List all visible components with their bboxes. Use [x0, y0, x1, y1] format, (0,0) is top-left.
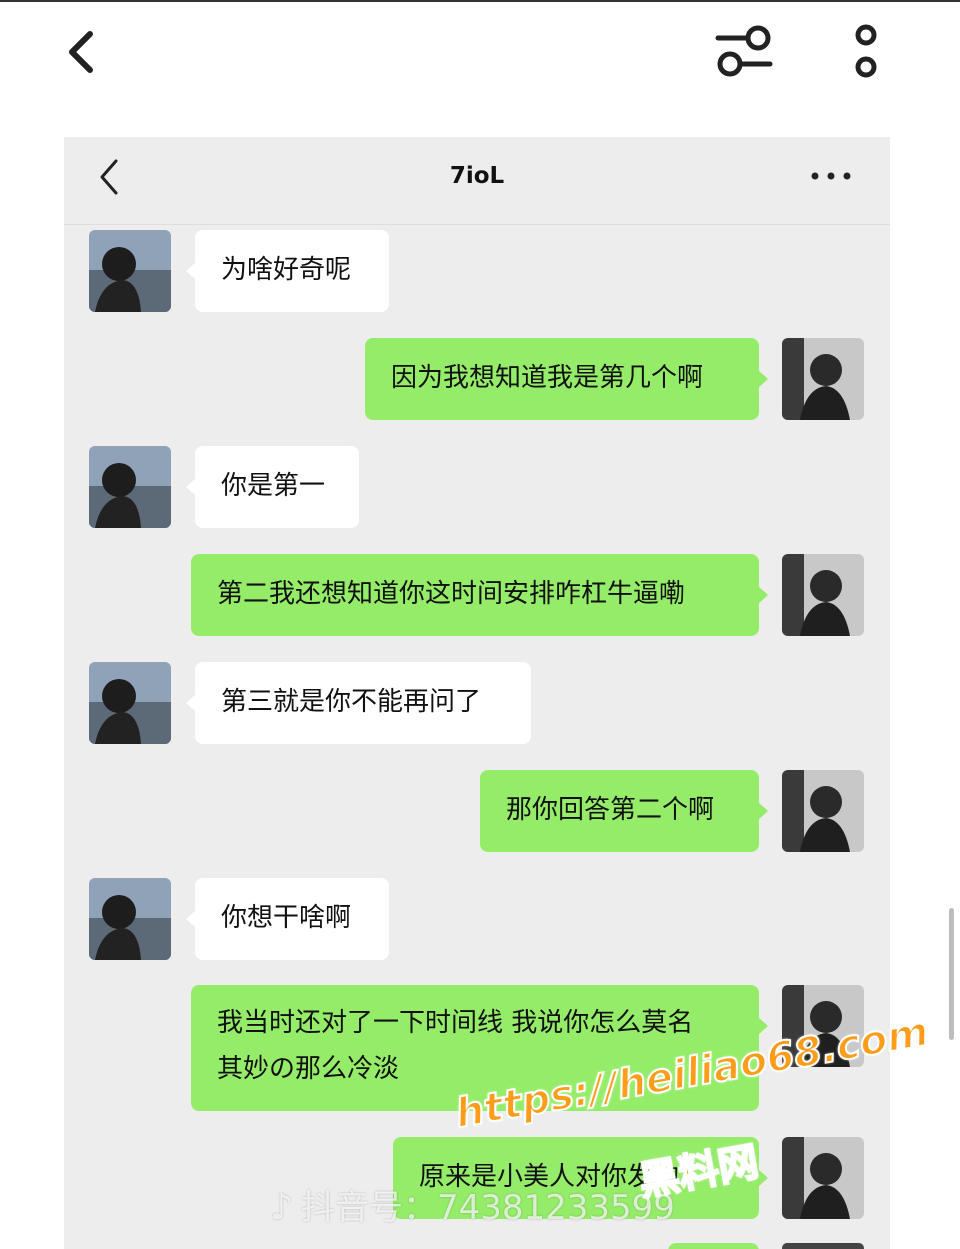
message-bubble: 为啥好奇呢	[186, 230, 389, 312]
message-bubble-partial	[668, 1243, 759, 1249]
douyin-watermark: ♪ 抖音号：74381233599	[270, 1187, 675, 1228]
avatar-right[interactable]	[782, 770, 864, 852]
avatar-left[interactable]	[89, 662, 171, 744]
douyin-logo-icon: ♪	[270, 1187, 293, 1228]
message-bubble: 因为我想知道我是第几个啊	[365, 338, 768, 420]
message-bubble: 你是第一	[186, 446, 359, 528]
avatar-right[interactable]	[782, 1137, 864, 1219]
avatar-right[interactable]	[782, 338, 864, 420]
more-vertical-icon[interactable]	[852, 24, 880, 82]
chat-header: 7ioL	[64, 137, 890, 225]
message-bubble: 第二我还想知道你这时间安排咋杠牛逼嘞	[191, 554, 768, 636]
avatar-right[interactable]	[782, 1243, 864, 1249]
scrollbar[interactable]	[949, 908, 954, 1040]
sliders-icon[interactable]	[712, 24, 776, 80]
more-horizontal-icon[interactable]	[810, 171, 852, 181]
avatar-right[interactable]	[782, 554, 864, 636]
message-bubble: 你想干啥啊	[186, 878, 389, 960]
message-bubble: 第三就是你不能再问了	[186, 662, 531, 744]
avatar-left[interactable]	[89, 230, 171, 312]
message-bubble: 那你回答第二个啊	[480, 770, 768, 852]
chat-title: 7ioL	[449, 163, 505, 189]
avatar-left[interactable]	[89, 446, 171, 528]
avatar-left[interactable]	[89, 878, 171, 960]
outer-toolbar	[0, 0, 960, 110]
chevron-left-icon[interactable]	[62, 28, 102, 76]
